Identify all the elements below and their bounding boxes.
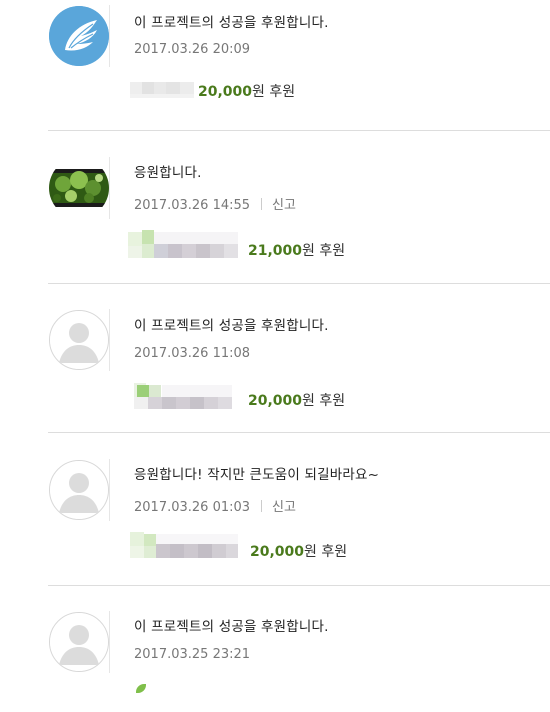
avatar[interactable] bbox=[48, 309, 110, 371]
blurred-username bbox=[130, 532, 238, 562]
comment-date: 2017.03.26 11:08 bbox=[134, 346, 250, 361]
comment-timestamp: 2017.03.26 01:03 bbox=[134, 500, 251, 515]
comment-date: 2017.03.25 23:21 bbox=[134, 647, 250, 662]
meta-separator bbox=[261, 500, 263, 512]
amount-suffix: 원 후원 bbox=[304, 544, 348, 560]
comment-date: 2017.03.26 01:03 신고 bbox=[134, 496, 296, 515]
blurred-username bbox=[134, 682, 154, 712]
comment-message: 이 프로젝트의 성공을 후원합니다. bbox=[134, 318, 329, 334]
comment-date: 2017.03.26 20:09 bbox=[134, 42, 250, 57]
avatar[interactable] bbox=[48, 5, 110, 67]
avatar[interactable] bbox=[48, 157, 110, 219]
support-amount: 21,000원 후원 bbox=[248, 240, 345, 260]
blurred-username bbox=[130, 75, 194, 105]
default-user-icon bbox=[50, 613, 108, 671]
comment-date: 2017.03.26 14:55 신고 bbox=[134, 194, 296, 213]
amount-suffix: 원 후원 bbox=[302, 243, 346, 259]
comment-message: 응원합니다! 작지만 큰도움이 되길바라요~ bbox=[134, 467, 380, 483]
report-link[interactable]: 신고 bbox=[272, 500, 296, 515]
report-link[interactable]: 신고 bbox=[272, 198, 296, 213]
support-amount: 20,000원 후원 bbox=[248, 390, 345, 410]
divider bbox=[48, 130, 550, 131]
amount-suffix: 원 후원 bbox=[252, 84, 296, 100]
comment-message: 이 프로젝트의 성공을 후원합니다. bbox=[134, 619, 329, 635]
comment-timestamp: 2017.03.25 23:21 bbox=[134, 647, 251, 662]
default-user-icon bbox=[50, 311, 108, 369]
amount-value: 20,000 bbox=[248, 393, 303, 409]
divider bbox=[48, 585, 550, 586]
default-user-icon bbox=[50, 461, 108, 519]
comment-timestamp: 2017.03.26 14:55 bbox=[134, 198, 251, 213]
avatar[interactable] bbox=[48, 459, 110, 521]
blurred-username bbox=[128, 230, 238, 260]
amount-value: 20,000 bbox=[250, 544, 305, 560]
comment-timestamp: 2017.03.26 20:09 bbox=[134, 42, 251, 57]
divider bbox=[48, 283, 550, 284]
blurred-username bbox=[134, 381, 232, 411]
wing-icon bbox=[49, 6, 109, 66]
comment-message: 응원합니다. bbox=[134, 165, 202, 181]
amount-value: 20,000 bbox=[198, 84, 253, 100]
comment-message: 이 프로젝트의 성공을 후원합니다. bbox=[134, 15, 329, 31]
support-amount: 20,000원 후원 bbox=[250, 541, 347, 561]
meta-separator bbox=[261, 198, 263, 210]
avatar[interactable] bbox=[48, 611, 110, 673]
amount-value: 21,000 bbox=[248, 243, 303, 259]
comment-timestamp: 2017.03.26 11:08 bbox=[134, 346, 251, 361]
divider bbox=[48, 432, 550, 433]
support-amount: 20,000원 후원 bbox=[198, 81, 295, 101]
amount-suffix: 원 후원 bbox=[302, 393, 346, 409]
photo-avatar-icon bbox=[49, 169, 109, 207]
